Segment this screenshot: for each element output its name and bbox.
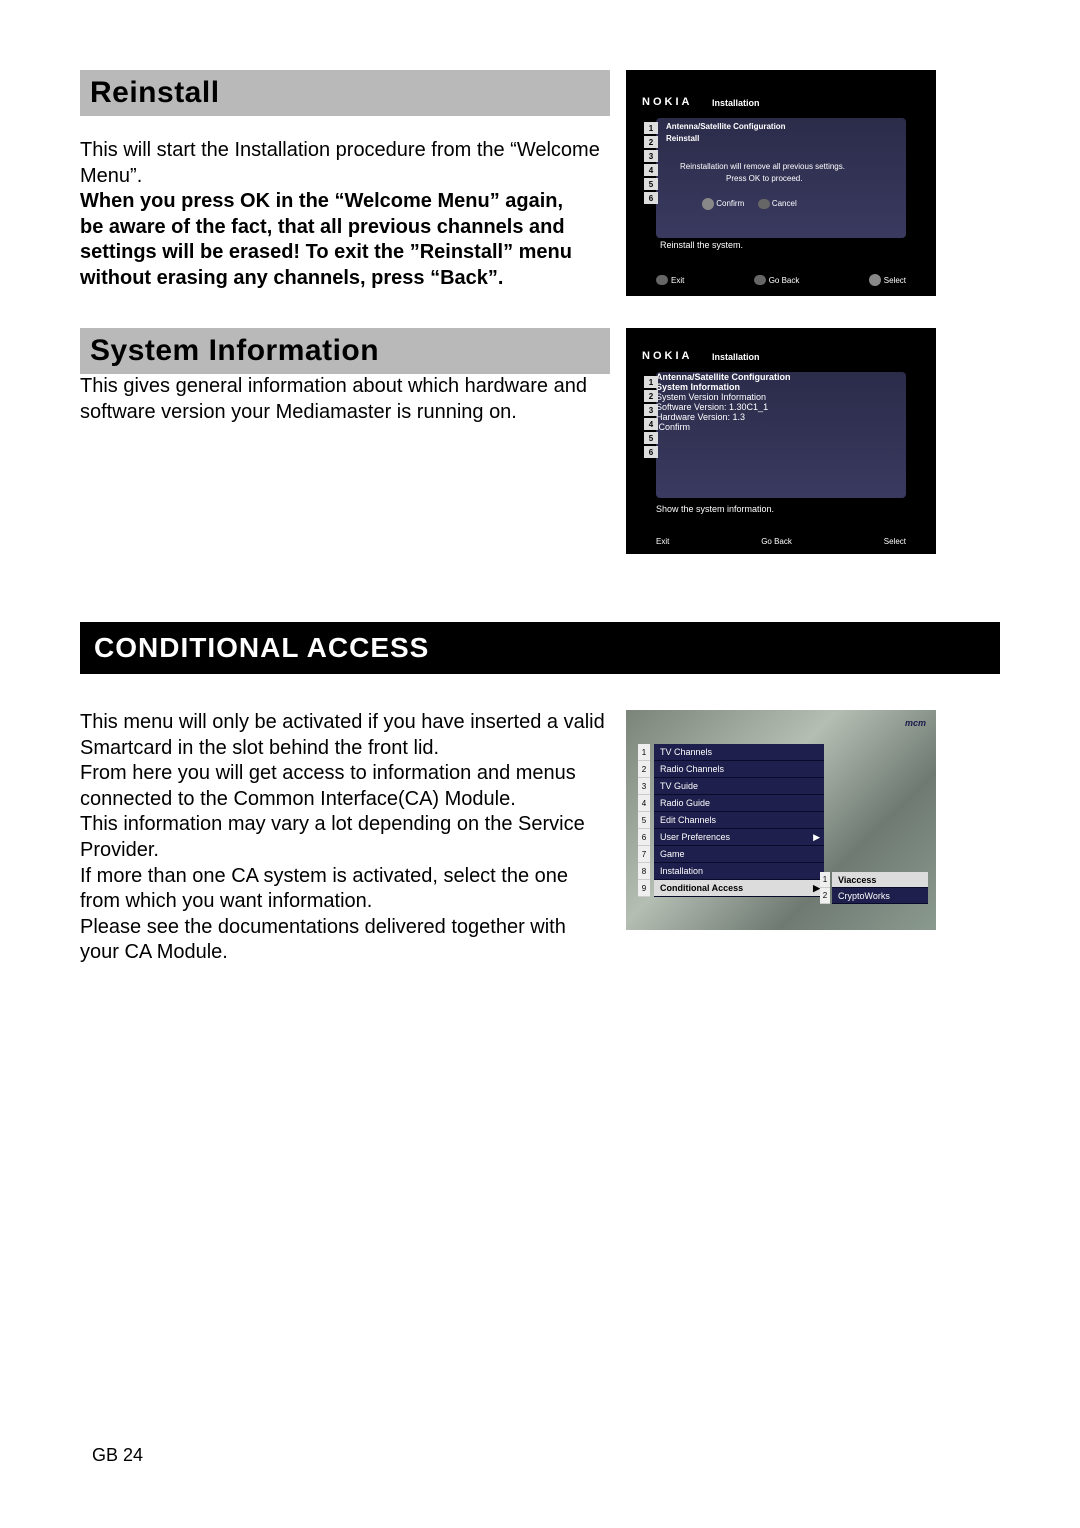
reinstall-p1: This will start the Installation procedu… — [80, 138, 610, 189]
sysinfo-section: System Information This gives general in… — [80, 328, 1000, 554]
chevron-right-icon: ▶ — [813, 832, 820, 843]
menu-item: Game — [654, 846, 824, 863]
shot2-btnrow: Exit Go Back Select — [656, 537, 906, 546]
shot1-brand: NOKIA — [642, 96, 692, 108]
shot2-panel: 1 2 3 4 5 6 Antenna/Satellite Configurat… — [656, 372, 906, 498]
menu-item: Radio Guide — [654, 795, 824, 812]
sysinfo-p1: This gives general information about whi… — [80, 374, 610, 425]
reinstall-section: Reinstall This will start the Installati… — [80, 70, 1000, 296]
reinstall-p3: be aware of the fact, that all previous … — [80, 215, 610, 292]
menu-item: User Preferences▶ — [654, 829, 824, 846]
sysinfo-body: This gives general information about whi… — [80, 374, 610, 425]
shot1-header: Installation — [712, 98, 760, 108]
condaccess-p5: Please see the documentations delivered … — [80, 915, 610, 966]
menu-item: TV Guide — [654, 778, 824, 795]
shot3-submenu: Viaccess CryptoWorks — [832, 872, 928, 904]
shot2-line2: Software Version: 1.30C1_1 — [656, 402, 906, 412]
menu-item: Installation — [654, 863, 824, 880]
condaccess-p2: From here you will get access to informa… — [80, 761, 610, 812]
shot2-line3: Hardware Version: 1.3 — [656, 412, 906, 422]
menu-item: TV Channels — [654, 744, 824, 761]
reinstall-heading: Reinstall — [80, 70, 610, 116]
shot1-panel-title: Antenna/Satellite Configuration — [666, 122, 786, 131]
shot2-line1: System Version Information — [656, 392, 906, 402]
shot3-brand: mcm — [905, 718, 926, 728]
shot2-prompt: Show the system information. — [656, 504, 774, 514]
shot1-prompt: Reinstall the system. — [660, 240, 743, 250]
shot1-panel: 1 2 3 4 5 6 Antenna/Satellite Configurat… — [656, 118, 906, 238]
condaccess-p1: This menu will only be activated if you … — [80, 710, 610, 761]
condaccess-screenshot: mcm 1 2 3 4 5 6 7 8 9 TV Channels Radio … — [626, 710, 936, 930]
condaccess-p3: This information may vary a lot dependin… — [80, 812, 610, 863]
sysinfo-screenshot: NOKIA Installation 1 2 3 4 5 6 Antenna/S… — [626, 328, 936, 554]
page-footer: GB 24 — [92, 1445, 143, 1466]
shot3-subidx: 1 2 — [820, 872, 830, 904]
shot2-numcol: 1 2 3 4 5 6 — [644, 376, 658, 460]
menu-item-selected: Conditional Access▶ — [654, 880, 824, 897]
sysinfo-heading: System Information — [80, 328, 610, 374]
submenu-item: CryptoWorks — [832, 888, 928, 904]
reinstall-p2: When you press OK in the “Welcome Menu” … — [80, 189, 610, 215]
condaccess-p4: If more than one CA system is activated,… — [80, 864, 610, 915]
shot1-highlight: Reinstall — [666, 134, 699, 143]
menu-item: Edit Channels — [654, 812, 824, 829]
shot1-msg1: Reinstallation will remove all previous … — [680, 162, 845, 171]
shot1-numcol: 1 2 3 4 5 6 — [644, 122, 658, 206]
shot1-btns: Confirm Cancel — [702, 198, 797, 210]
shot2-confirm: Confirm — [656, 422, 906, 432]
submenu-item: Viaccess — [832, 872, 928, 888]
shot2-panel-title: Antenna/Satellite Configuration — [656, 372, 906, 382]
menu-item: Radio Channels — [654, 761, 824, 778]
chevron-right-icon: ▶ — [813, 883, 820, 894]
shot3-menu: TV Channels Radio Channels TV Guide Radi… — [654, 744, 824, 897]
condaccess-body: This menu will only be activated if you … — [80, 710, 610, 966]
shot3-idx: 1 2 3 4 5 6 7 8 9 — [638, 744, 650, 897]
shot2-highlight: System Information — [656, 382, 906, 392]
shot1-btnrow: Exit Go Back Select — [656, 274, 906, 286]
condaccess-heading: CONDITIONAL ACCESS — [80, 622, 1000, 674]
manual-page: Reinstall This will start the Installati… — [0, 0, 1080, 1528]
reinstall-screenshot: NOKIA Installation 1 2 3 4 5 6 Antenna/S… — [626, 70, 936, 296]
shot2-brand: NOKIA — [642, 350, 692, 362]
condaccess-section: This menu will only be activated if you … — [80, 710, 1000, 966]
reinstall-body: This will start the Installation procedu… — [80, 138, 610, 292]
shot1-msg2: Press OK to proceed. — [726, 174, 802, 183]
shot2-header: Installation — [712, 352, 760, 362]
